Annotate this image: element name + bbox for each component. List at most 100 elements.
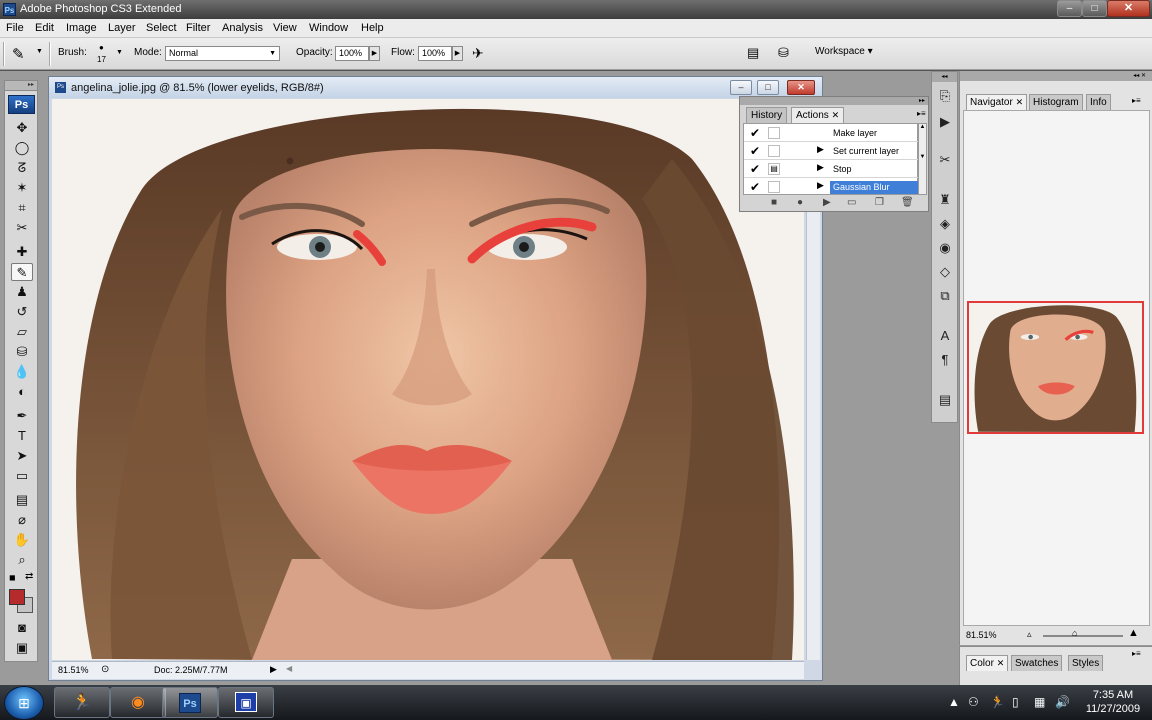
- brush-preset-dot-icon[interactable]: ●: [99, 43, 104, 52]
- trash-icon[interactable]: 🗑: [901, 197, 914, 208]
- image-canvas[interactable]: [52, 99, 804, 660]
- tray-network-icon[interactable]: ⚇: [968, 695, 979, 709]
- clone-stamp-tool-icon[interactable]: ♟: [11, 283, 33, 301]
- tab-navigator[interactable]: Navigator ✕: [966, 94, 1028, 110]
- tab-actions[interactable]: Actions ✕: [791, 107, 845, 123]
- close-icon[interactable]: ✕: [997, 658, 1005, 668]
- minimize-button[interactable]: –: [1057, 0, 1082, 17]
- document-titlebar[interactable]: Ps angelina_jolie.jpg @ 81.5% (lower eye…: [49, 77, 822, 98]
- zoom-slider[interactable]: [1043, 635, 1123, 637]
- flow-arrow-icon[interactable]: ▶: [452, 46, 463, 61]
- firefox-icon[interactable]: ◉: [110, 687, 166, 718]
- tray-power-icon[interactable]: ▯: [1012, 695, 1019, 709]
- layer-comps-icon[interactable]: ⧉: [935, 286, 955, 306]
- move-tool-icon[interactable]: ✥: [11, 119, 33, 137]
- status-info-icon[interactable]: ⊙: [101, 664, 109, 675]
- blur-tool-icon[interactable]: 💧: [11, 363, 33, 381]
- default-colors-icon[interactable]: ◼: [9, 573, 16, 582]
- doc-minimize-button[interactable]: –: [730, 80, 752, 95]
- brushes-panel-icon[interactable]: ♜: [935, 190, 955, 210]
- stop-icon[interactable]: ■: [771, 197, 777, 208]
- magic-wand-tool-icon[interactable]: ✶: [11, 179, 33, 197]
- paths-panel-icon[interactable]: ◇: [935, 262, 955, 282]
- status-menu-arrow-icon[interactable]: ▶: [270, 664, 277, 675]
- tab-info[interactable]: Info: [1086, 94, 1111, 110]
- start-button[interactable]: ⊞: [4, 686, 44, 720]
- panel-menu-icon[interactable]: ▸≡: [1132, 96, 1141, 105]
- flow-input[interactable]: 100%: [418, 46, 452, 61]
- opacity-arrow-icon[interactable]: ▶: [369, 46, 380, 61]
- screen-mode-icon[interactable]: ▣: [11, 639, 33, 657]
- history-brush-tool-icon[interactable]: ↺: [11, 303, 33, 321]
- aim-icon[interactable]: 🏃: [54, 687, 110, 718]
- zoom-slider-thumb[interactable]: ⌂: [1072, 628, 1077, 638]
- menu-analysis[interactable]: Analysis: [222, 22, 263, 34]
- airbrush-icon[interactable]: ✈: [472, 45, 484, 62]
- dialog-toggle[interactable]: [768, 181, 780, 193]
- action-row-selected[interactable]: ✔ ▶ Gaussian Blur: [744, 178, 918, 196]
- swap-colors-icon[interactable]: ⇄: [25, 571, 33, 582]
- menu-file[interactable]: File: [6, 22, 24, 34]
- actions-scrollbar[interactable]: ▲ ▼: [918, 123, 927, 195]
- menu-image[interactable]: Image: [66, 22, 97, 34]
- tray-aim-icon[interactable]: 🏃: [990, 695, 1005, 709]
- dialog-toggle[interactable]: [768, 127, 780, 139]
- clock[interactable]: 7:35 AM 11/27/2009: [1076, 688, 1150, 716]
- action-row[interactable]: ✔ ▤ ▶ Stop: [744, 160, 918, 178]
- zoom-level[interactable]: 81.51%: [58, 665, 89, 675]
- check-icon[interactable]: ✔: [750, 144, 760, 158]
- tab-histogram[interactable]: Histogram: [1029, 94, 1083, 110]
- file-browser-icon[interactable]: ▤: [747, 45, 759, 61]
- check-icon[interactable]: ✔: [750, 126, 760, 140]
- tab-swatches[interactable]: Swatches: [1011, 655, 1063, 671]
- brush-tool-icon[interactable]: ✎: [12, 45, 25, 63]
- tray-arrow-icon[interactable]: ▲: [948, 695, 960, 709]
- layers-panel-icon[interactable]: ◈: [935, 214, 955, 234]
- workspace-menu[interactable]: Workspace ▾: [815, 46, 873, 57]
- mode-select[interactable]: Normal ▼: [165, 46, 280, 61]
- menu-layer[interactable]: Layer: [108, 22, 136, 34]
- healing-brush-tool-icon[interactable]: ✚: [11, 243, 33, 261]
- doc-maximize-button[interactable]: □: [757, 80, 779, 95]
- menu-view[interactable]: View: [273, 22, 297, 34]
- dodge-tool-icon[interactable]: ◐: [11, 383, 33, 401]
- marquee-tool-icon[interactable]: ◯: [11, 139, 33, 157]
- brush-dropdown-arrow-icon[interactable]: ▼: [116, 49, 123, 56]
- close-icon[interactable]: ✕: [832, 110, 840, 120]
- pen-tool-icon[interactable]: ✒: [11, 407, 33, 425]
- maximize-button[interactable]: □: [1082, 0, 1107, 17]
- record-icon[interactable]: ●: [797, 197, 803, 208]
- action-row[interactable]: ✔ ▶ Set current layer: [744, 142, 918, 160]
- dialog-toggle-icon[interactable]: ▤: [768, 163, 780, 175]
- menu-select[interactable]: Select: [146, 22, 177, 34]
- action-row[interactable]: ✔ Make layer: [744, 124, 918, 142]
- paint-bucket-tool-icon[interactable]: ⛁: [11, 343, 33, 361]
- check-icon[interactable]: ✔: [750, 162, 760, 176]
- expand-arrow-icon[interactable]: ▶: [817, 162, 824, 173]
- navigator-thumbnail[interactable]: [967, 301, 1144, 434]
- zoom-in-icon[interactable]: ▲: [1128, 627, 1139, 639]
- tray-volume-icon[interactable]: 🔊: [1055, 695, 1070, 709]
- menu-filter[interactable]: Filter: [186, 22, 210, 34]
- notes-tool-icon[interactable]: ▤: [11, 491, 33, 509]
- opacity-input[interactable]: 100%: [335, 46, 369, 61]
- bridge-icon[interactable]: ⛁: [778, 45, 789, 61]
- expand-arrow-icon[interactable]: ▶: [817, 180, 824, 191]
- panel-grip[interactable]: ▸▸: [740, 97, 928, 105]
- photoshop-icon[interactable]: Ps: [162, 687, 218, 718]
- scroll-left-icon[interactable]: ◀: [286, 664, 292, 673]
- zoom-tool-icon[interactable]: ⌕: [11, 551, 33, 569]
- panel-menu-icon[interactable]: ▸≡: [1132, 649, 1141, 658]
- dock-grip[interactable]: ◂◂: [932, 72, 957, 82]
- tab-color[interactable]: Color ✕: [966, 655, 1009, 671]
- quick-mask-icon[interactable]: ◙: [11, 619, 33, 637]
- type-tool-icon[interactable]: T: [11, 427, 33, 445]
- brush-tool-icon[interactable]: ✎: [11, 263, 33, 281]
- channels-panel-icon[interactable]: ◉: [935, 238, 955, 258]
- tab-styles[interactable]: Styles: [1068, 655, 1104, 671]
- actions-panel-icon[interactable]: ▶: [935, 112, 955, 132]
- check-icon[interactable]: ✔: [750, 180, 760, 194]
- paragraph-panel-icon[interactable]: ¶: [935, 350, 955, 370]
- expand-arrow-icon[interactable]: ▶: [817, 144, 824, 155]
- tray-monitor-icon[interactable]: ▦: [1034, 695, 1045, 709]
